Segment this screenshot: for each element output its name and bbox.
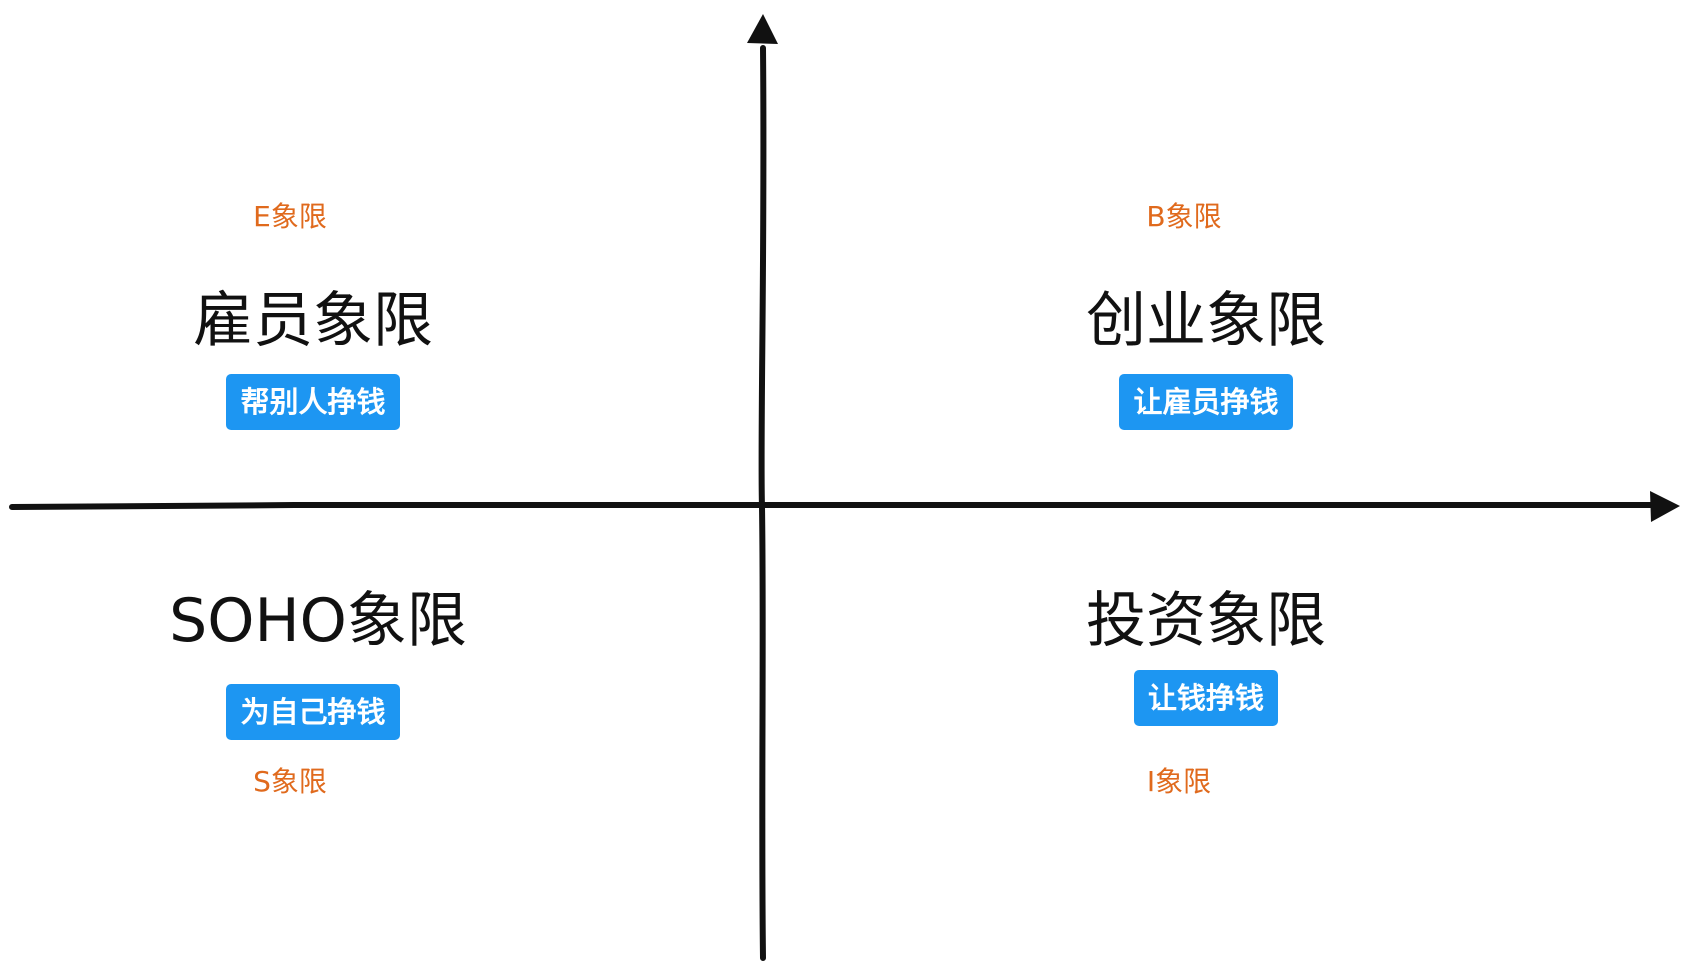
quadrant-tag-wrap: 帮别人挣钱: [133, 374, 493, 430]
horizontal-axis: [9, 501, 1663, 510]
vertical-axis: [758, 45, 767, 961]
quadrant-bottom-right: 投资象限 让钱挣钱 I象限: [1026, 0, 1386, 798]
quadrant-code-b: B象限: [1146, 200, 1222, 233]
quadrant-title-employee: 雇员象限: [193, 286, 433, 356]
quadrant-tag-wrap: 让雇员挣钱: [1026, 374, 1386, 430]
tag-employees-earn: 让雇员挣钱: [1119, 374, 1293, 430]
tag-money-earn: 让钱挣钱: [1133, 670, 1278, 726]
quadrant-title-startup: 创业象限: [1086, 286, 1326, 356]
tag-help-others-earn: 帮别人挣钱: [226, 374, 400, 430]
quadrant-code-e: E象限: [253, 200, 327, 233]
quadrant-axes: [9, 14, 1680, 961]
quadrant-title-soho: SOHO象限: [169, 586, 467, 656]
quadrant-code-i: I象限: [1146, 765, 1212, 798]
quadrant-code-s: S象限: [253, 765, 327, 798]
arrowhead-right-icon: [1650, 491, 1680, 522]
arrowhead-up-icon: [747, 14, 778, 44]
quadrant-tag-wrap: 让钱挣钱: [1026, 670, 1386, 726]
quadrant-tag-wrap: 为自己挣钱: [133, 684, 493, 740]
tag-earn-for-self: 为自己挣钱: [226, 684, 400, 740]
quadrant-bottom-left: SOHO象限 为自己挣钱 S象限: [138, 0, 498, 798]
quadrant-title-invest: 投资象限: [1086, 586, 1326, 656]
